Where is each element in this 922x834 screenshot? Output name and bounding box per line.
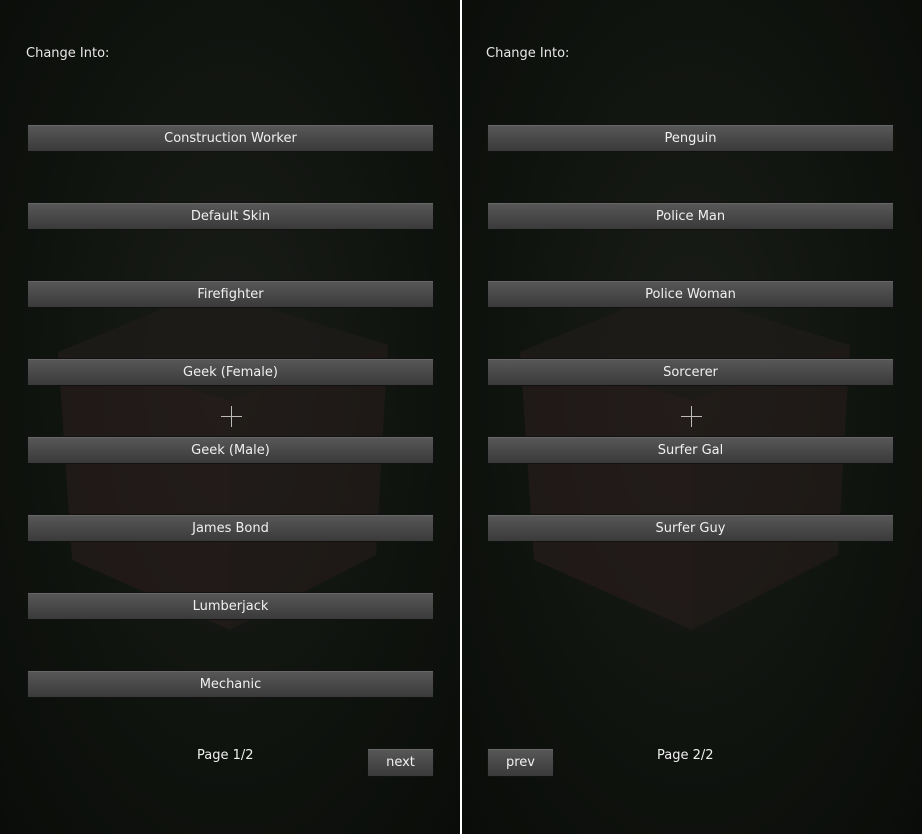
skin-button[interactable]: Construction Worker — [27, 124, 434, 152]
skin-button[interactable]: Police Woman — [487, 280, 894, 308]
next-page-button[interactable]: next — [367, 748, 434, 777]
skin-button[interactable]: Sorcerer — [487, 358, 894, 386]
skin-button[interactable]: Firefighter — [27, 280, 434, 308]
skin-menu-page-1: Change Into: Construction Worker Default … — [0, 0, 460, 834]
page-indicator: Page 1/2 — [197, 748, 254, 763]
skin-button[interactable]: Lumberjack — [27, 592, 434, 620]
crosshair-icon — [221, 406, 242, 427]
skin-button[interactable]: Surfer Gal — [487, 436, 894, 464]
skin-button[interactable]: Surfer Guy — [487, 514, 894, 542]
change-into-label: Change Into: — [26, 46, 110, 61]
page-indicator: Page 2/2 — [657, 748, 714, 763]
skin-button[interactable]: Geek (Female) — [27, 358, 434, 386]
change-into-label: Change Into: — [486, 46, 570, 61]
skin-button[interactable]: Default Skin — [27, 202, 434, 230]
skin-button[interactable]: Police Man — [487, 202, 894, 230]
skin-button[interactable]: James Bond — [27, 514, 434, 542]
skin-button[interactable]: Mechanic — [27, 670, 434, 698]
skin-menu-page-2: Change Into: Penguin Police Man Police Wom… — [462, 0, 922, 834]
skin-button[interactable]: Penguin — [487, 124, 894, 152]
prev-page-button[interactable]: prev — [487, 748, 554, 777]
crosshair-icon — [681, 406, 702, 427]
skin-button[interactable]: Geek (Male) — [27, 436, 434, 464]
